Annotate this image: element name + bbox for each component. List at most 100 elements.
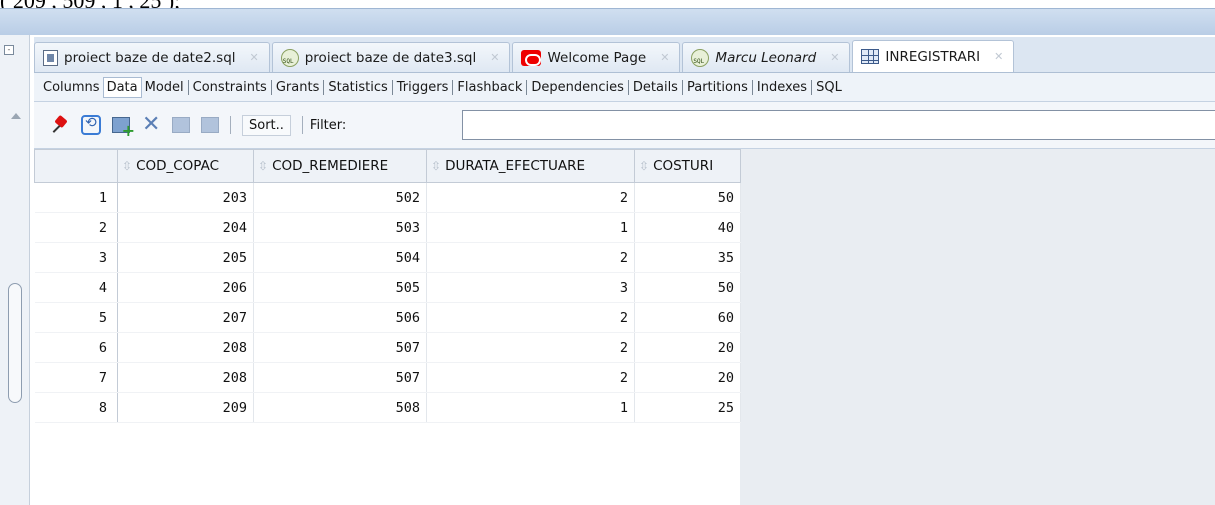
subtab-statistics[interactable]: Statistics [325, 78, 390, 97]
filter-input[interactable] [462, 110, 1215, 140]
cell-cod-remediere[interactable]: 505 [253, 272, 427, 303]
vertical-scrollbar-thumb[interactable] [8, 283, 22, 403]
row-number[interactable]: 8 [34, 392, 118, 423]
column-header-durata-efectuare[interactable]: ⇳ DURATA_EFECTUARE [426, 149, 635, 183]
row-number[interactable]: 4 [34, 272, 118, 303]
cell-durata-efectuare[interactable]: 2 [426, 362, 635, 393]
row-number[interactable]: 2 [34, 212, 118, 243]
cell-costuri[interactable]: 20 [634, 332, 741, 363]
close-icon[interactable]: ✕ [250, 51, 259, 64]
close-icon[interactable]: ✕ [490, 51, 499, 64]
row-number[interactable]: 3 [34, 242, 118, 273]
sql-file-icon [43, 49, 58, 66]
subtab-partitions[interactable]: Partitions [684, 78, 751, 97]
cell-cod-remediere[interactable]: 508 [253, 392, 427, 423]
cell-cod-remediere[interactable]: 502 [253, 182, 427, 213]
cell-costuri[interactable]: 50 [634, 272, 741, 303]
cell-durata-efectuare[interactable]: 2 [426, 332, 635, 363]
insert-row-icon[interactable] [112, 117, 135, 140]
cell-cod-copac[interactable]: 203 [117, 182, 254, 213]
cell-cod-remediere[interactable]: 506 [253, 302, 427, 333]
delete-row-icon[interactable] [141, 112, 161, 137]
cell-cod-copac[interactable]: 208 [117, 332, 254, 363]
cell-durata-efectuare[interactable]: 1 [426, 212, 635, 243]
subtab-dependencies[interactable]: Dependencies [528, 78, 627, 97]
cell-cod-copac[interactable]: 205 [117, 242, 254, 273]
subtab-grants[interactable]: Grants [273, 78, 323, 97]
freeze-view-pin-icon[interactable] [50, 115, 70, 135]
close-icon[interactable]: ✕ [660, 51, 669, 64]
row-number[interactable]: 1 [34, 182, 118, 213]
divider [751, 79, 753, 95]
cell-costuri[interactable]: 20 [634, 362, 741, 393]
cell-cod-copac[interactable]: 206 [117, 272, 254, 303]
divider [323, 79, 325, 95]
row-number[interactable]: 7 [34, 362, 118, 393]
cell-cod-remediere[interactable]: 504 [253, 242, 427, 273]
sort-button[interactable]: Sort.. [242, 114, 291, 136]
cell-costuri[interactable]: 40 [634, 212, 741, 243]
subtab-constraints[interactable]: Constraints [190, 78, 270, 97]
subtab-flashback[interactable]: Flashback [454, 78, 525, 97]
subtab-triggers[interactable]: Triggers [394, 78, 452, 97]
table-row[interactable]: 2 204 503 1 40 [34, 212, 741, 243]
table-row[interactable]: 4 206 505 3 50 [34, 272, 741, 303]
divider [187, 79, 189, 95]
tab-inregistrari[interactable]: INREGISTRARI ✕ [852, 40, 1015, 72]
cell-durata-efectuare[interactable]: 3 [426, 272, 635, 303]
divider [681, 79, 683, 95]
filter-label: Filter: [309, 117, 347, 133]
cell-cod-remediere[interactable]: 503 [253, 212, 427, 243]
divider [811, 79, 813, 95]
cell-costuri[interactable]: 35 [634, 242, 741, 273]
close-icon[interactable]: ✕ [994, 50, 1003, 63]
tab-proiect-baze-de-date3[interactable]: proiect baze de date3.sql ✕ [271, 42, 511, 72]
table-row[interactable]: 6 208 507 2 20 [34, 332, 741, 363]
commit-icon[interactable] [172, 117, 190, 133]
sql-worksheet-icon [691, 48, 710, 67]
cell-durata-efectuare[interactable]: 2 [426, 302, 635, 333]
tab-marcu-leonard[interactable]: Marcu Leonard ✕ [682, 42, 851, 72]
cell-cod-copac[interactable]: 204 [117, 212, 254, 243]
cell-cod-copac[interactable]: 208 [117, 362, 254, 393]
cell-costuri[interactable]: 25 [634, 392, 741, 423]
refresh-icon[interactable] [81, 115, 101, 135]
column-header-costuri[interactable]: ⇳ COSTURI [634, 149, 741, 183]
table-row[interactable]: 7 208 507 2 20 [34, 362, 741, 393]
row-number[interactable]: 5 [34, 302, 118, 333]
subtab-columns[interactable]: Columns [40, 78, 103, 97]
column-header-cod-copac[interactable]: ⇳ COD_COPAC [117, 149, 254, 183]
table-row[interactable]: 5 207 506 2 60 [34, 302, 741, 333]
cell-cod-remediere[interactable]: 507 [253, 332, 427, 363]
cell-durata-efectuare[interactable]: 1 [426, 392, 635, 423]
subtab-indexes[interactable]: Indexes [754, 78, 810, 97]
rollback-icon[interactable] [201, 117, 219, 133]
subtab-details[interactable]: Details [630, 78, 681, 97]
scroll-up-icon[interactable] [11, 113, 21, 119]
tab-welcome-page[interactable]: Welcome Page ✕ [512, 42, 681, 72]
cell-cod-copac[interactable]: 209 [117, 392, 254, 423]
grid-empty-background [740, 149, 1215, 505]
table-row[interactable]: 8 209 508 1 25 [34, 392, 741, 423]
column-header-cod-remediere[interactable]: ⇳ COD_REMEDIERE [253, 149, 427, 183]
cell-cod-remediere[interactable]: 507 [253, 362, 427, 393]
left-gutter: - [0, 35, 30, 505]
tab-proiect-baze-de-date2[interactable]: proiect baze de date2.sql ✕ [34, 42, 270, 72]
subtab-sql[interactable]: SQL [813, 78, 845, 97]
cell-costuri[interactable]: 60 [634, 302, 741, 333]
divider [526, 79, 528, 95]
subtab-model[interactable]: Model [142, 78, 187, 97]
tab-label: Marcu Leonard [715, 49, 817, 66]
cell-durata-efectuare[interactable]: 2 [426, 182, 635, 213]
object-subtabs: Columns Data Model Constraints Grants St… [34, 73, 1215, 102]
cell-durata-efectuare[interactable]: 2 [426, 242, 635, 273]
close-icon[interactable]: ✕ [830, 51, 839, 64]
cell-costuri[interactable]: 50 [634, 182, 741, 213]
subtab-data[interactable]: Data [102, 76, 142, 98]
table-row[interactable]: 1 203 502 2 50 [34, 182, 741, 213]
table-row[interactable]: 3 205 504 2 35 [34, 242, 741, 273]
collapse-icon[interactable]: - [4, 45, 14, 55]
row-number[interactable]: 6 [34, 332, 118, 363]
sort-arrows-icon: ⇳ [258, 159, 269, 173]
cell-cod-copac[interactable]: 207 [117, 302, 254, 333]
